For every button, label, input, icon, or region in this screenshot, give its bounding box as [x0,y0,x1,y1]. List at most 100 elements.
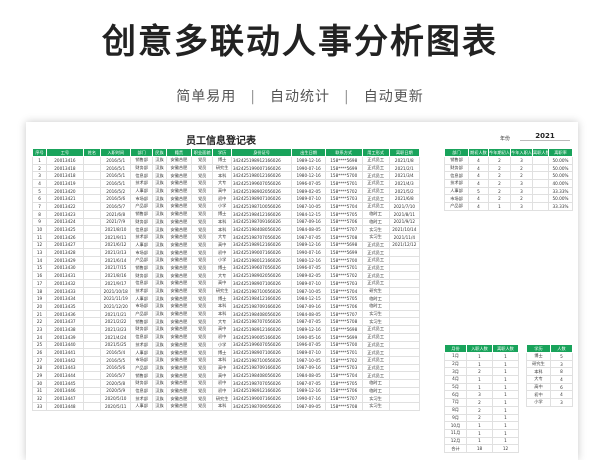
table-cell[interactable]: 17 [31,279,48,288]
table-cell[interactable]: 2021/5/2 [388,186,421,196]
table-cell[interactable]: 16 [31,271,48,280]
table-cell[interactable]: 5月 [444,382,467,392]
table-cell[interactable]: 158****5706 [324,302,363,311]
table-cell[interactable] [82,240,102,250]
table-cell[interactable]: 安徽合肥 [166,279,192,288]
table-cell[interactable]: 2021/7/9 [100,217,132,227]
table-cell[interactable]: 342425198710056026 [230,355,293,365]
table-cell[interactable]: 3 [550,398,573,407]
table-cell[interactable]: 3 [510,179,533,188]
table-cell[interactable]: 正式员工 [361,363,390,373]
table-cell[interactable]: 实习生 [361,317,390,327]
table-cell[interactable]: 2016/5/7 [100,371,132,380]
table-cell[interactable]: 1 [492,428,519,438]
table-cell[interactable]: 1 [492,352,519,361]
table-cell[interactable]: 2021/1/21 [100,309,132,319]
table-cell[interactable]: 2016/5/4 [100,348,132,357]
table-cell[interactable] [388,371,421,380]
table-cell[interactable]: 158****5698 [324,156,363,165]
table-cell[interactable]: 2020/5/9 [100,386,132,396]
table-cell[interactable]: 正式员工 [361,156,390,165]
table-cell[interactable]: 人事部 [130,186,153,196]
table-cell[interactable]: 汉族 [151,332,168,342]
table-cell[interactable]: 安徽合肥 [166,371,192,380]
table-cell[interactable]: 20013446 [46,386,84,396]
table-cell[interactable]: 50.00% [548,163,573,173]
table-cell[interactable]: 158****5700 [324,340,363,350]
table-cell[interactable]: 6 [31,194,48,204]
table-row[interactable]: 2月 1 1 [444,359,519,369]
table-cell[interactable] [82,371,102,380]
table-cell[interactable]: 2 [488,186,511,196]
table-cell[interactable]: 15 [31,263,48,273]
table-cell[interactable] [82,348,102,357]
table-cell[interactable]: 汉族 [151,279,168,288]
table-cell[interactable]: 党员 [190,371,214,380]
table-cell[interactable]: 市场部 [130,302,153,311]
table-cell[interactable]: 安徽合肥 [166,202,192,211]
table-cell[interactable]: 人事部 [444,186,469,196]
table-cell[interactable]: 安徽合肥 [166,240,192,250]
table-cell[interactable]: 12 [492,444,519,453]
table-cell[interactable]: 32 [31,394,48,403]
table-cell[interactable] [82,294,102,304]
table-row[interactable]: 14 20013429 2021/6/14 产品部 汉族 安徽合肥 党员 小学 34242519… [31,255,421,265]
table-cell[interactable]: 本科 [212,355,232,365]
table-cell[interactable]: 汉族 [151,156,168,165]
table-cell[interactable]: 党员 [190,171,214,181]
table-cell[interactable]: 2 [488,171,511,181]
table-cell[interactable] [82,271,102,280]
table-cell[interactable]: 1987-09-16 [291,217,326,227]
table-cell[interactable]: 1 [466,359,493,369]
table-cell[interactable]: 1月 [444,352,467,361]
table-cell[interactable]: 158****5705 [324,294,363,304]
table-row[interactable]: 高中 6 [526,382,573,392]
table-cell[interactable]: 正式员工 [361,340,390,350]
table-cell[interactable]: 安徽合肥 [166,378,192,388]
table-cell[interactable]: 党员 [190,263,214,273]
table-cell[interactable]: 党员 [190,255,214,265]
table-cell[interactable]: 342425198710056026 [230,286,293,296]
table-cell[interactable]: 博士 [212,263,232,273]
table-cell[interactable]: 财务部 [130,378,153,388]
table-cell[interactable]: 党员 [190,156,214,165]
table-row[interactable]: 技术部 4 2 3 40.00% [444,179,573,188]
table-cell[interactable]: 安徽合肥 [166,302,192,311]
table-cell[interactable]: 党员 [190,317,214,327]
table-cell[interactable]: 2021/12/20 [100,302,132,311]
table-row[interactable]: 9月 2 1 [444,413,519,423]
table-cell[interactable]: 20013434 [46,294,84,304]
table-row[interactable]: 30 20013445 2020/5/8 财务部 汉族 安徽合肥 党员 初中 342425198… [31,378,421,388]
table-cell[interactable]: 正式员工 [361,202,390,211]
table-cell[interactable]: 2021/9/11 [100,232,132,242]
table-cell[interactable]: 正式员工 [361,240,390,250]
table-row[interactable]: 市场部 4 2 2 50.00% [444,194,573,204]
table-cell[interactable]: 临时工 [361,217,390,227]
table-cell[interactable]: 20013441 [46,348,84,357]
table-cell[interactable]: 1989-02-05 [291,186,326,196]
table-cell[interactable]: 342425198412166026 [230,294,293,304]
table-row[interactable]: 26 20013441 2016/5/4 人事部 汉族 安徽合肥 党员 博士 342425198… [31,348,421,357]
table-cell[interactable]: 158****5704 [324,286,363,296]
table-cell[interactable]: 10 [31,225,48,234]
table-cell[interactable]: 2016/5/6 [100,363,132,373]
table-cell[interactable]: 5 [468,186,489,196]
table-row[interactable]: 29 20013444 2016/5/7 销售部 汉族 安徽合肥 党员 高中 342425198… [31,371,421,380]
table-cell[interactable]: 1 [492,382,519,392]
table-cell[interactable]: 342425198012166026 [230,255,293,265]
table-cell[interactable]: 信息部 [444,171,469,181]
table-cell[interactable]: 汉族 [151,194,168,204]
table-cell[interactable] [388,332,421,342]
table-cell[interactable]: 1 [488,202,511,211]
table-row[interactable]: 32 20013447 2020/5/10 技术部 汉族 安徽合肥 党员 研究生 3424251… [31,394,421,403]
table-row[interactable]: 小学 3 [526,398,573,407]
table-cell[interactable]: 2021/10/18 [100,286,132,296]
table-cell[interactable]: 小学 [212,202,232,211]
table-cell[interactable]: 2021/7/15 [100,263,132,273]
table-cell[interactable]: 158****5708 [324,402,363,411]
table-cell[interactable]: 342425199607056026 [230,263,293,273]
table-cell[interactable]: 342425198902056026 [230,271,293,280]
table-cell[interactable]: 27 [31,355,48,365]
table-cell[interactable]: 3月 [444,367,467,377]
table-cell[interactable] [82,255,102,265]
